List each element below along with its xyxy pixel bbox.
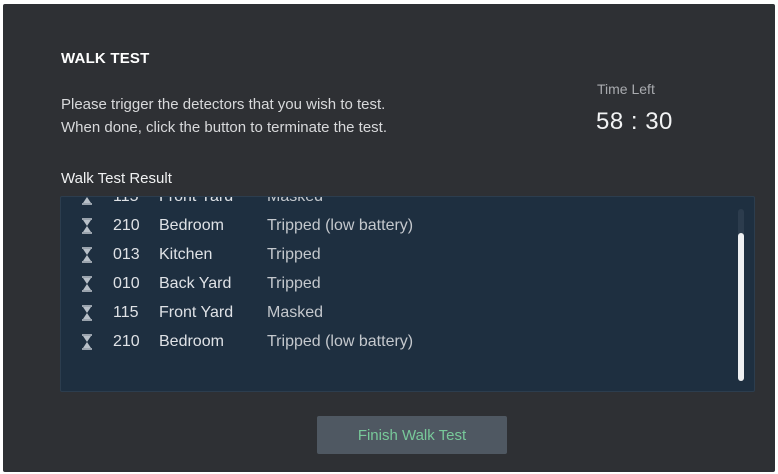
hourglass-icon <box>82 276 92 292</box>
result-row: 013 Kitchen Tripped <box>61 242 754 271</box>
finish-walk-test-button[interactable]: Finish Walk Test <box>317 416 507 454</box>
walk-test-dialog: WALK TEST Please trigger the detectors t… <box>3 4 775 472</box>
zone-status: Masked <box>267 304 324 321</box>
walk-test-result-list[interactable]: 115 Front Yard Masked 210 Bedroom Tripped (lo… <box>60 196 755 392</box>
instructions: Please trigger the detectors that you wi… <box>61 93 501 139</box>
time-left-label: Time Left <box>597 81 655 97</box>
zone-name: Back Yard <box>159 275 232 292</box>
zone-number: 210 <box>113 333 140 350</box>
zone-status: Tripped (low battery) <box>267 217 414 234</box>
result-rows: 115 Front Yard Masked 210 Bedroom Tripped (lo… <box>61 196 754 358</box>
walk-test-result-label: Walk Test Result <box>61 170 172 187</box>
zone-number: 010 <box>113 275 140 292</box>
zone-name: Kitchen <box>159 246 213 263</box>
time-left-value: 58 : 30 <box>596 108 673 135</box>
hourglass-icon <box>82 197 92 205</box>
result-row: 210 Bedroom Tripped (low battery) <box>61 213 754 242</box>
hourglass-icon <box>82 334 92 350</box>
result-row: 010 Back Yard Tripped <box>61 271 754 300</box>
zone-name: Front Yard <box>159 304 234 321</box>
zone-name: Bedroom <box>159 217 224 234</box>
list-scrollbar[interactable] <box>738 209 744 381</box>
zone-name: Bedroom <box>159 333 224 350</box>
result-row: 115 Front Yard Masked <box>61 196 754 213</box>
hourglass-icon <box>82 218 92 234</box>
zone-status: Tripped <box>267 275 321 292</box>
zone-status: Masked <box>267 196 324 205</box>
hourglass-icon <box>82 247 92 263</box>
dialog-title: WALK TEST <box>61 50 150 67</box>
hourglass-icon <box>82 305 92 321</box>
zone-name: Front Yard <box>159 196 234 205</box>
zone-number: 013 <box>113 246 140 263</box>
scrollbar-thumb[interactable] <box>738 233 744 381</box>
result-row: 115 Front Yard Masked <box>61 300 754 329</box>
result-row: 210 Bedroom Tripped (low battery) <box>61 329 754 358</box>
zone-number: 115 <box>113 304 139 321</box>
zone-number: 115 <box>113 196 139 205</box>
zone-status: Tripped (low battery) <box>267 333 414 350</box>
instruction-line-2: When done, click the button to terminate… <box>61 119 388 136</box>
zone-number: 210 <box>113 217 140 234</box>
instruction-line-1: Please trigger the detectors that you wi… <box>61 96 386 113</box>
zone-status: Tripped <box>267 246 321 263</box>
